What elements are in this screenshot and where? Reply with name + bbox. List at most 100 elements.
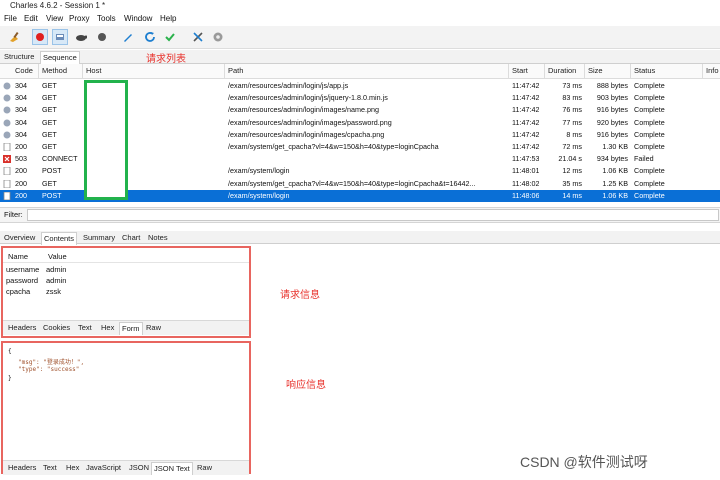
json-line: { bbox=[8, 348, 12, 355]
req-tab-headers[interactable]: Headers bbox=[6, 322, 38, 334]
annotation-request-list: 请求列表 bbox=[146, 54, 186, 65]
tools-icon[interactable] bbox=[190, 29, 206, 45]
cell-path: /exam/system/get_cpacha?vl=4&w=150&h=40&… bbox=[228, 142, 439, 151]
json-line: "type": "success" bbox=[18, 366, 80, 373]
cell-method: GET bbox=[42, 93, 57, 103]
request-subtabs: Headers Cookies Text Hex Form Raw bbox=[3, 320, 249, 335]
annotation-response-info: 响应信息 bbox=[286, 380, 326, 391]
menu-proxy[interactable]: Proxy bbox=[69, 14, 89, 23]
cell-code: 304 bbox=[15, 81, 27, 90]
col-size[interactable]: Size bbox=[588, 66, 603, 75]
cell-duration: 77 ms bbox=[562, 117, 582, 127]
throttle-icon[interactable] bbox=[52, 29, 68, 45]
col-duration[interactable]: Duration bbox=[548, 66, 576, 75]
menu-window[interactable]: Window bbox=[124, 14, 152, 23]
record-icon[interactable] bbox=[32, 29, 48, 45]
tab-summary[interactable]: Summary bbox=[81, 232, 117, 244]
settings-icon[interactable] bbox=[210, 29, 226, 45]
req-tab-cookies[interactable]: Cookies bbox=[41, 322, 72, 334]
cell-path: /exam/system/login bbox=[228, 166, 290, 176]
req-tab-raw[interactable]: Raw bbox=[144, 322, 163, 334]
tab-structure[interactable]: Structure bbox=[2, 51, 36, 63]
check-icon[interactable] bbox=[162, 29, 178, 45]
menu-file[interactable]: File bbox=[4, 14, 17, 23]
params-col-value: Value bbox=[48, 252, 67, 261]
refresh-icon[interactable] bbox=[142, 29, 158, 45]
toolbar bbox=[0, 26, 720, 49]
menu-tools[interactable]: Tools bbox=[97, 14, 116, 23]
cell-path: /exam/resources/admin/login/images/passw… bbox=[228, 117, 392, 127]
resp-tab-json[interactable]: JSON bbox=[127, 462, 151, 474]
cell-duration: 72 ms bbox=[562, 142, 582, 151]
resp-tab-raw[interactable]: Raw bbox=[195, 462, 214, 474]
cell-method: GET bbox=[42, 142, 57, 151]
cell-duration: 12 ms bbox=[562, 166, 582, 176]
pen-icon[interactable] bbox=[120, 29, 136, 45]
cell-start: 11:47:42 bbox=[512, 81, 540, 90]
cell-method: POST bbox=[42, 166, 62, 176]
cell-code: 304 bbox=[15, 117, 27, 127]
annotation-request-info: 请求信息 bbox=[280, 290, 320, 301]
cell-duration: 76 ms bbox=[562, 105, 582, 115]
cell-code: 304 bbox=[15, 105, 27, 115]
cell-size: 1.06 KB bbox=[602, 190, 628, 200]
stop-icon[interactable] bbox=[94, 29, 110, 45]
resp-tab-text[interactable]: Text bbox=[41, 462, 59, 474]
param-value: admin bbox=[46, 276, 67, 285]
tab-notes[interactable]: Notes bbox=[146, 232, 170, 244]
cell-code: 200 bbox=[15, 178, 27, 188]
cell-size: 1.06 KB bbox=[602, 166, 628, 176]
tab-contents[interactable]: Contents bbox=[41, 232, 78, 245]
tab-chart[interactable]: Chart bbox=[120, 232, 142, 244]
cell-duration: 14 ms bbox=[562, 190, 582, 200]
param-name: cpacha bbox=[6, 287, 31, 296]
cell-status: Complete bbox=[634, 93, 665, 103]
col-info[interactable]: Info bbox=[706, 66, 719, 75]
request-pane: Name Value username admin password admin… bbox=[1, 246, 251, 338]
filter-input[interactable] bbox=[27, 209, 719, 221]
broom-icon[interactable] bbox=[6, 29, 22, 45]
filter-bar: Filter: bbox=[0, 207, 720, 223]
cell-path: /exam/resources/admin/login/js/app.js bbox=[228, 81, 349, 90]
col-code[interactable]: Code bbox=[15, 66, 33, 75]
cell-code: 200 bbox=[15, 190, 27, 200]
cell-start: 11:47:42 bbox=[512, 117, 540, 127]
cell-size: 1.30 KB bbox=[602, 142, 628, 151]
cell-start: 11:48:02 bbox=[512, 178, 540, 188]
resp-tab-javascript[interactable]: JavaScript bbox=[84, 462, 123, 474]
col-path[interactable]: Path bbox=[228, 66, 243, 75]
menu-edit[interactable]: Edit bbox=[24, 14, 38, 23]
cell-method: GET bbox=[42, 81, 57, 90]
resp-tab-headers[interactable]: Headers bbox=[6, 462, 38, 474]
cell-duration: 83 ms bbox=[562, 93, 582, 103]
cell-method: GET bbox=[42, 129, 57, 139]
cell-size: 934 bytes bbox=[596, 154, 628, 164]
cell-status: Complete bbox=[634, 166, 665, 176]
req-tab-form[interactable]: Form bbox=[119, 322, 143, 335]
cell-method: GET bbox=[42, 117, 57, 127]
cell-duration: 73 ms bbox=[562, 81, 582, 90]
detail-tabs: Overview Contents Summary Chart Notes bbox=[0, 231, 720, 245]
col-host[interactable]: Host bbox=[86, 66, 101, 75]
turtle-icon[interactable] bbox=[73, 29, 89, 45]
cell-method: CONNECT bbox=[42, 154, 78, 164]
cell-status: Complete bbox=[634, 190, 665, 200]
cell-path: /exam/system/get_cpacha?vl=4&w=150&h=40&… bbox=[228, 178, 476, 188]
resp-tab-json-text[interactable]: JSON Text bbox=[151, 462, 193, 475]
req-tab-hex[interactable]: Hex bbox=[99, 322, 116, 334]
cell-path: /exam/system/login bbox=[228, 190, 290, 200]
tab-overview[interactable]: Overview bbox=[2, 232, 37, 244]
tab-sequence[interactable]: Sequence bbox=[40, 51, 80, 64]
cell-start: 11:48:01 bbox=[512, 166, 540, 176]
req-tab-text[interactable]: Text bbox=[76, 322, 94, 334]
json-line: "msg": "登录成功！", bbox=[18, 359, 85, 366]
response-subtabs: Headers Text Hex JavaScript JSON JSON Te… bbox=[3, 460, 249, 475]
resp-tab-hex[interactable]: Hex bbox=[64, 462, 81, 474]
col-start[interactable]: Start bbox=[512, 66, 528, 75]
col-method[interactable]: Method bbox=[42, 66, 67, 75]
col-status[interactable]: Status bbox=[634, 66, 655, 75]
menu-view[interactable]: View bbox=[46, 14, 63, 23]
cell-code: 503 bbox=[15, 154, 27, 164]
cell-method: GET bbox=[42, 178, 57, 188]
menu-help[interactable]: Help bbox=[160, 14, 176, 23]
